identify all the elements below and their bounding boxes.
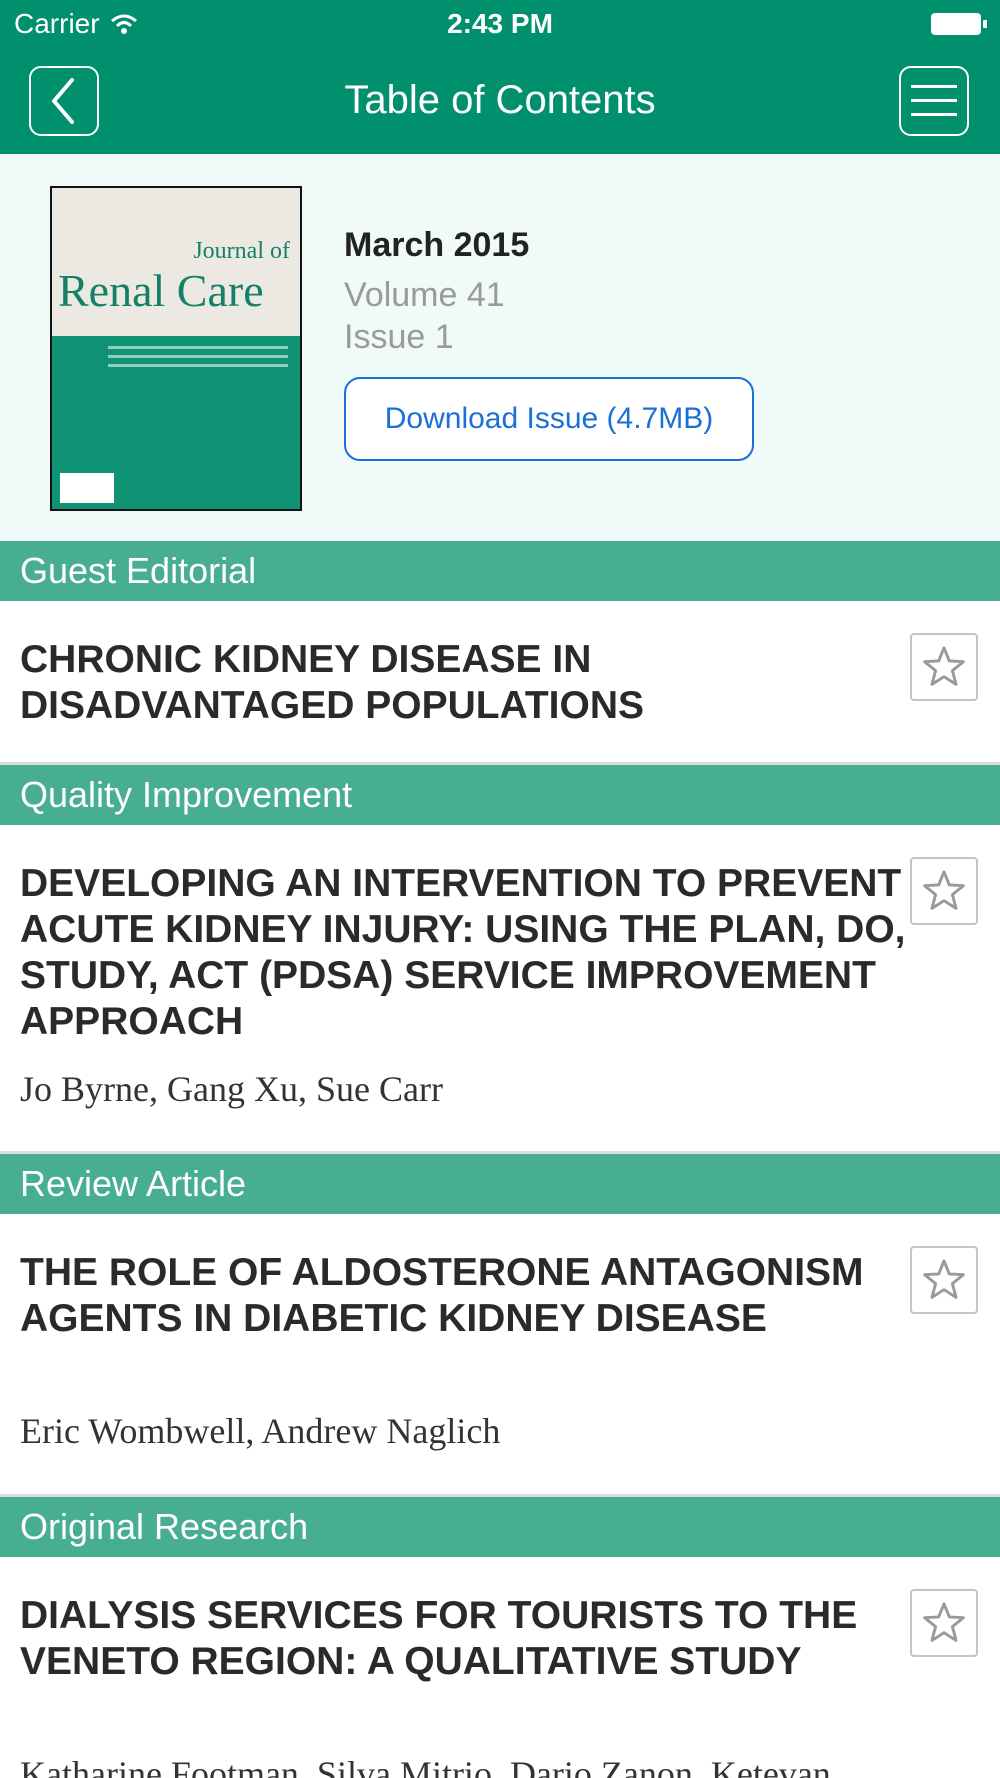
section-header-review-article: Review Article: [0, 1154, 1000, 1214]
battery-icon: [931, 13, 987, 35]
cover-bottom-panel: [52, 336, 300, 509]
issue-header: Journal of Renal Care March 2015 Volume …: [0, 154, 1000, 541]
navigation-bar: Table of Contents: [0, 50, 1000, 154]
favorite-star-button[interactable]: [910, 857, 978, 925]
section-header-guest-editorial: Guest Editorial: [0, 541, 1000, 601]
download-issue-button[interactable]: Download Issue (4.7MB): [344, 377, 754, 461]
status-bar: Carrier 2:43 PM: [0, 0, 1000, 50]
favorite-star-button[interactable]: [910, 1246, 978, 1314]
article-title[interactable]: CHRONIC KIDNEY DISEASE IN DISADVANTAGED …: [20, 637, 910, 729]
status-time: 2:43 PM: [447, 8, 553, 39]
article-item[interactable]: DIALYSIS SERVICES FOR TOURISTS TO THE VE…: [0, 1557, 1000, 1778]
article-title[interactable]: THE ROLE OF ALDOSTERONE ANTAGONISM AGENT…: [20, 1250, 910, 1342]
cover-title-line1: Journal of: [193, 238, 290, 264]
article-authors: Eric Wombwell, Andrew Naglich: [20, 1411, 501, 1451]
article-title[interactable]: DIALYSIS SERVICES FOR TOURISTS TO THE VE…: [20, 1593, 910, 1685]
cover-fineprint: [108, 346, 288, 373]
article-item[interactable]: THE ROLE OF ALDOSTERONE ANTAGONISM AGENT…: [0, 1214, 1000, 1497]
menu-button[interactable]: [899, 66, 969, 136]
favorite-star-button[interactable]: [910, 633, 978, 701]
journal-cover-image[interactable]: Journal of Renal Care: [50, 186, 302, 511]
section-header-original-research: Original Research: [0, 1497, 1000, 1557]
star-icon: [923, 870, 965, 910]
article-authors: Katharine Footman, Silva Mitrio, Dario Z…: [20, 1754, 831, 1778]
article-item[interactable]: CHRONIC KIDNEY DISEASE IN DISADVANTAGED …: [0, 601, 1000, 765]
cover-top-panel: Journal of Renal Care: [52, 188, 300, 336]
star-icon: [923, 1259, 965, 1299]
favorite-star-button[interactable]: [910, 1589, 978, 1657]
page-title: Table of Contents: [344, 78, 656, 122]
article-title[interactable]: DEVELOPING AN INTERVENTION TO PREVENT AC…: [20, 861, 910, 1045]
star-icon: [923, 646, 965, 686]
issue-number: Issue 1: [344, 318, 454, 356]
issue-date: March 2015: [344, 226, 530, 264]
publisher-logo: [60, 473, 114, 503]
cover-title-line2: Renal Care: [58, 265, 264, 316]
star-icon: [923, 1602, 965, 1642]
issue-volume: Volume 41: [344, 276, 505, 314]
hamburger-menu-icon: [911, 85, 957, 116]
article-item[interactable]: DEVELOPING AN INTERVENTION TO PREVENT AC…: [0, 825, 1000, 1154]
section-header-quality-improvement: Quality Improvement: [0, 765, 1000, 825]
article-authors: Jo Byrne, Gang Xu, Sue Carr: [20, 1069, 443, 1109]
